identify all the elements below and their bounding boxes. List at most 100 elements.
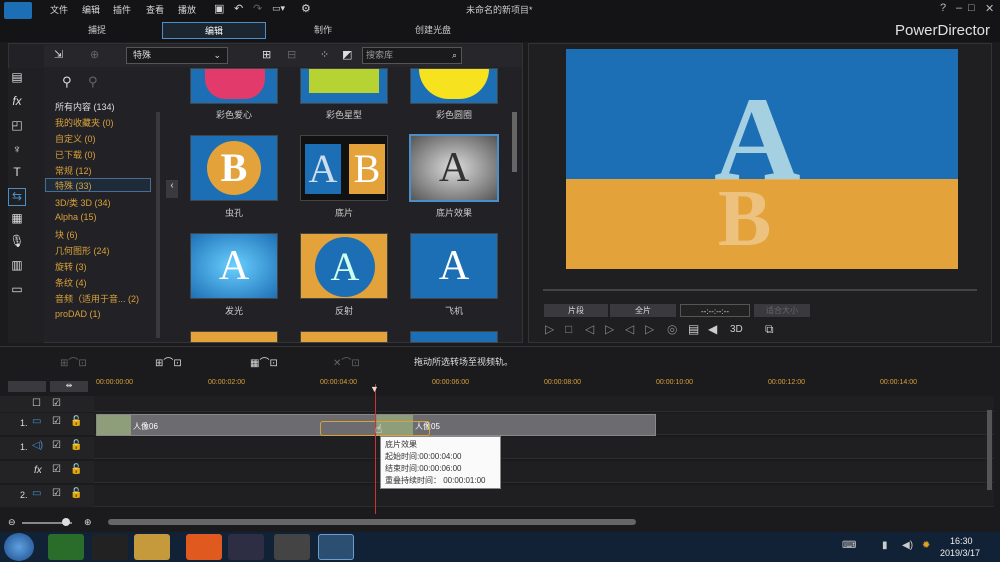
transition-thumb-selected[interactable]: A — [409, 134, 499, 202]
checkbox-icon[interactable]: ☑ — [52, 440, 61, 451]
category-item[interactable]: 旋转 (3) — [55, 260, 87, 273]
storyboard-toggle[interactable] — [8, 381, 46, 392]
tab-produce[interactable]: 制作 — [271, 22, 375, 39]
search-icon[interactable]: ⌕ — [452, 48, 457, 63]
collapse-panel-icon[interactable]: ‹ — [166, 180, 178, 198]
aspect-ratio-icon[interactable]: ▭▾ — [272, 3, 285, 14]
category-item[interactable]: 3D/类 3D (34) — [55, 196, 111, 209]
menu-edit[interactable]: 编辑 — [82, 3, 100, 16]
category-item[interactable]: 所有内容 (134) — [55, 100, 115, 113]
lock-icon[interactable]: 🔓 — [70, 440, 82, 451]
transition-thumb[interactable]: A — [300, 233, 388, 299]
volume-icon[interactable]: ◀ — [708, 322, 717, 336]
tool-icon[interactable]: ⊞⌒⊡ — [155, 354, 182, 369]
playhead[interactable] — [375, 384, 376, 514]
tray-keyboard-icon[interactable]: ⌨ — [842, 540, 856, 551]
undo-icon[interactable]: ↶ — [234, 2, 243, 15]
add-category-icon[interactable]: ⚲ — [62, 74, 72, 90]
redo-icon[interactable]: ↷ — [253, 2, 262, 15]
timeline-h-scrollbar[interactable] — [108, 519, 636, 525]
menu-view[interactable]: 查看 — [146, 3, 164, 16]
transition-thumb[interactable]: B — [190, 135, 278, 201]
grid-view-icon[interactable]: ⁘ — [320, 48, 329, 61]
library-search-input[interactable]: 搜索库 ⌕ — [362, 47, 462, 64]
menu-file[interactable]: 文件 — [50, 3, 68, 16]
save-icon[interactable]: ▣ — [214, 2, 224, 15]
category-item[interactable]: Alpha (15) — [55, 212, 97, 222]
previous-frame-icon[interactable]: ◁ — [585, 322, 594, 336]
play-icon[interactable]: ▷ — [545, 322, 554, 336]
timecode-field[interactable]: --:--:--:-- — [680, 304, 750, 317]
taskbar-app-icon[interactable] — [48, 534, 84, 560]
lock-icon[interactable]: 🔓 — [70, 464, 82, 475]
tool-icon[interactable]: ⊞⌒⊡ — [60, 354, 87, 369]
tray-volume-icon[interactable]: ◀) — [902, 540, 913, 551]
delete-category-icon[interactable]: ⚲ — [88, 74, 98, 90]
library-scrollbar[interactable] — [512, 112, 517, 172]
transition-thumb[interactable] — [300, 331, 388, 343]
globe-icon[interactable]: ⊕ — [90, 48, 99, 61]
tab-edit[interactable]: 编辑 — [162, 22, 266, 39]
snapshot-icon[interactable]: ◎ — [667, 322, 677, 336]
playhead-handle-icon[interactable]: ▼ — [370, 384, 379, 394]
taskbar-folder-icon[interactable] — [134, 534, 170, 560]
fx-room-icon[interactable]: fx — [8, 94, 26, 112]
transition-thumb[interactable] — [300, 68, 388, 104]
category-item[interactable]: 块 (6) — [55, 228, 78, 241]
category-item[interactable]: 音频（适用于音... (2) — [55, 292, 139, 305]
preview-seek-bar[interactable] — [543, 289, 977, 291]
lock-icon[interactable]: 🔓 — [70, 416, 82, 427]
clip-mode-button[interactable]: 片段 — [544, 304, 608, 317]
subtitle-icon[interactable]: ▤ — [688, 322, 699, 336]
category-item[interactable]: 已下载 (0) — [55, 148, 96, 161]
lock-icon[interactable]: 🔓 — [70, 488, 82, 499]
checkbox-icon[interactable]: ☑ — [52, 464, 61, 475]
minimize-icon[interactable]: – — [956, 2, 962, 14]
movie-mode-button[interactable]: 全片 — [610, 304, 676, 317]
filter-dropdown[interactable]: 特殊 ⌄ — [126, 47, 228, 64]
gear-icon[interactable]: ⚙ — [301, 2, 311, 15]
transition-thumb[interactable] — [410, 68, 498, 104]
maximize-icon[interactable]: □ — [968, 2, 975, 14]
rewind-icon[interactable]: ◁ — [625, 322, 634, 336]
add-to-favorites-icon[interactable]: ⊞ — [262, 48, 271, 61]
tray-network-icon[interactable]: ▮ — [882, 540, 888, 551]
category-item[interactable]: 自定义 (0) — [55, 132, 96, 145]
tool-icon[interactable]: ✕⌒⊡ — [333, 354, 360, 369]
thumbnail-size-icon[interactable]: ◩ — [342, 48, 352, 61]
chapter-room-icon[interactable]: ▥ — [8, 258, 26, 276]
tool-icon[interactable]: ▦⌒⊡ — [250, 354, 278, 369]
fit-timeline-icon[interactable]: ⇹ — [50, 381, 88, 392]
next-frame-icon[interactable]: ▷ — [605, 322, 614, 336]
3d-toggle[interactable]: 3D — [730, 324, 743, 335]
tab-capture[interactable]: 捕捉 — [45, 22, 149, 39]
checkbox-icon[interactable]: ☑ — [52, 398, 61, 409]
zoom-in-icon[interactable]: ⊕ — [84, 517, 92, 528]
transition-thumb[interactable]: A — [190, 233, 278, 299]
menu-play[interactable]: 播放 — [178, 3, 196, 16]
start-button[interactable] — [4, 533, 34, 561]
pip-room-icon[interactable]: ◰ — [8, 118, 26, 136]
tab-create-disc[interactable]: 创建光盘 — [381, 22, 485, 39]
category-scrollbar[interactable] — [156, 112, 160, 338]
close-icon[interactable]: ✕ — [985, 2, 994, 15]
fit-size-dropdown[interactable]: 适合大小 — [754, 304, 810, 317]
stop-icon[interactable]: □ — [565, 322, 572, 336]
checkbox-icon[interactable]: ☑ — [52, 488, 61, 499]
audio-mixing-icon[interactable]: ▦ — [8, 211, 26, 229]
transition-thumb[interactable]: AB — [300, 135, 388, 201]
category-item-selected[interactable]: 特殊 (33) — [45, 178, 151, 192]
subtitle-room-icon[interactable]: ▭ — [8, 282, 26, 300]
transition-thumb[interactable] — [190, 68, 278, 104]
track-toggle-icon[interactable]: ☐ — [32, 398, 41, 409]
help-icon[interactable]: ? — [940, 2, 946, 14]
clock-time[interactable]: 16:30 — [950, 536, 973, 546]
taskbar-qq-icon[interactable] — [92, 534, 128, 560]
media-room-icon[interactable]: ▤ — [8, 70, 26, 88]
taskbar-powerdirector-icon[interactable] — [318, 534, 354, 560]
fast-forward-icon[interactable]: ▷ — [645, 322, 654, 336]
menu-plugins[interactable]: 插件 — [113, 3, 131, 16]
category-item[interactable]: 条纹 (4) — [55, 276, 87, 289]
transition-thumb[interactable] — [190, 331, 278, 343]
tray-app-icon[interactable]: ✹ — [922, 540, 930, 551]
